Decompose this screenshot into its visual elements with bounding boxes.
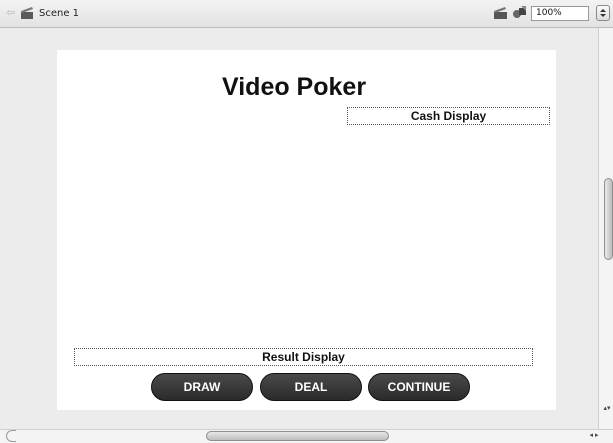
edit-scene-icon[interactable]: [493, 5, 508, 20]
horizontal-scroll-thumb[interactable]: [206, 431, 389, 441]
deal-button[interactable]: DEAL: [260, 373, 362, 401]
cash-display-field[interactable]: Cash Display: [347, 107, 550, 125]
edit-symbol-icon[interactable]: [512, 5, 527, 20]
horizontal-scroll-arrows[interactable]: ◂ ▸: [579, 430, 609, 442]
game-title: Video Poker: [222, 73, 367, 101]
edit-bar: ⇦ Scene 1 100%: [0, 0, 613, 28]
vertical-scroll-arrows[interactable]: ▴▾: [601, 404, 613, 428]
zoom-dropdown-button[interactable]: [596, 5, 610, 21]
continue-button[interactable]: CONTINUE: [368, 373, 470, 401]
back-arrow-icon[interactable]: ⇦: [6, 7, 15, 19]
vertical-scroll-thumb[interactable]: [604, 178, 613, 260]
dropdown-arrows-icon: [600, 9, 606, 17]
zoom-input[interactable]: 100%: [531, 6, 589, 21]
horizontal-scroll-cap: [6, 430, 16, 442]
clapperboard-icon: [21, 7, 33, 19]
scene-label[interactable]: Scene 1: [39, 8, 79, 19]
draw-button[interactable]: DRAW: [151, 373, 253, 401]
result-display-field[interactable]: Result Display: [74, 348, 533, 366]
